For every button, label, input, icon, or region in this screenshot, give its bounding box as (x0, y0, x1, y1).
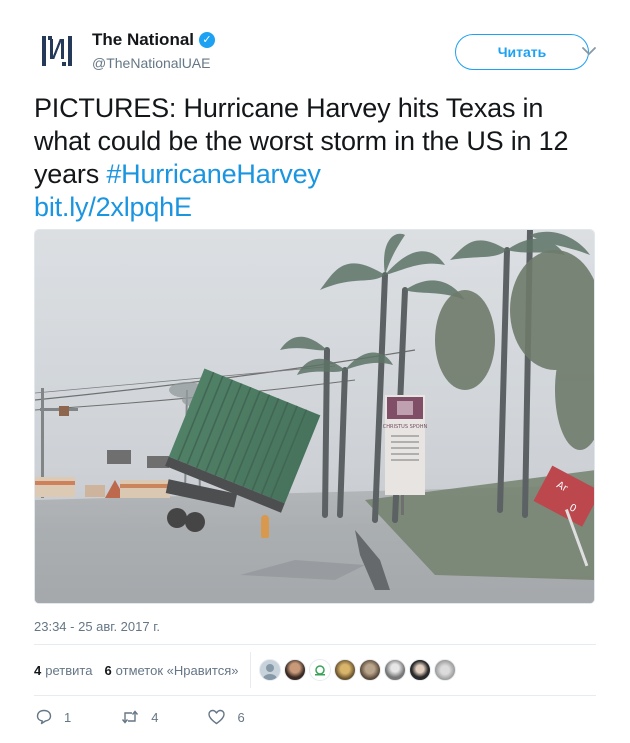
liker-avatar[interactable] (384, 659, 407, 681)
likes-stat[interactable]: 6 отметок «Нравится» (104, 663, 238, 678)
liker-avatars (259, 659, 457, 681)
liker-avatar[interactable] (284, 659, 307, 681)
likes-count: 6 (104, 662, 112, 678)
verified-badge-icon: ✓ (199, 32, 216, 48)
heart-icon (208, 709, 226, 725)
author-name[interactable]: The National ✓ (92, 30, 216, 50)
chevron-down-icon[interactable] (579, 41, 599, 61)
tweet-photo[interactable]: CHRISTUS SPOHN Ar 0 (34, 229, 595, 604)
reply-icon (36, 709, 52, 725)
liker-avatar[interactable] (334, 659, 357, 681)
liker-avatar[interactable] (434, 659, 457, 681)
retweet-icon (122, 710, 139, 724)
author-handle[interactable]: @TheNationalUAE (92, 55, 215, 71)
the-national-logo-icon (42, 36, 72, 66)
liker-avatar[interactable] (259, 659, 282, 681)
retweets-count: 4 (34, 662, 42, 678)
hurricane-photo-image: CHRISTUS SPOHN Ar 0 (35, 230, 594, 603)
liker-avatar[interactable] (309, 659, 332, 681)
divider-top (34, 644, 596, 645)
avatar[interactable] (34, 28, 80, 74)
tweet-stats: 4 ретвита 6 отметок «Нравится» (34, 652, 596, 688)
tweet-timestamp[interactable]: 23:34 - 25 авг. 2017 г. (34, 619, 160, 634)
url-link[interactable]: bit.ly/2xlpqhE (34, 191, 599, 224)
follow-button[interactable]: Читать (455, 34, 589, 70)
tweet-text: PICTURES: Hurricane Harvey hits Texas in… (34, 92, 599, 224)
liker-avatar[interactable] (359, 659, 382, 681)
tweet-actions: 1 4 6 (36, 709, 295, 725)
likes-label: отметок «Нравится» (115, 662, 239, 678)
like-count: 6 (237, 709, 245, 725)
author-block[interactable]: The National ✓ @TheNationalUAE (92, 30, 216, 71)
retweets-label: ретвита (45, 662, 93, 678)
reply-button[interactable]: 1 (36, 709, 71, 725)
hashtag-link[interactable]: #HurricaneHarvey (106, 159, 321, 189)
display-name-text: The National (92, 30, 195, 49)
stats-separator (250, 652, 252, 688)
divider-bottom (34, 695, 596, 696)
tweet-card: The National ✓ @TheNationalUAE Читать PI… (0, 0, 630, 743)
reply-count: 1 (64, 709, 72, 725)
liker-avatar[interactable] (409, 659, 432, 681)
retweets-stat[interactable]: 4 ретвита (34, 663, 92, 678)
like-button[interactable]: 6 (208, 709, 245, 725)
retweet-count: 4 (151, 709, 159, 725)
tweet-header: The National ✓ @TheNationalUAE Читать (34, 28, 604, 78)
retweet-button[interactable]: 4 (121, 709, 158, 725)
